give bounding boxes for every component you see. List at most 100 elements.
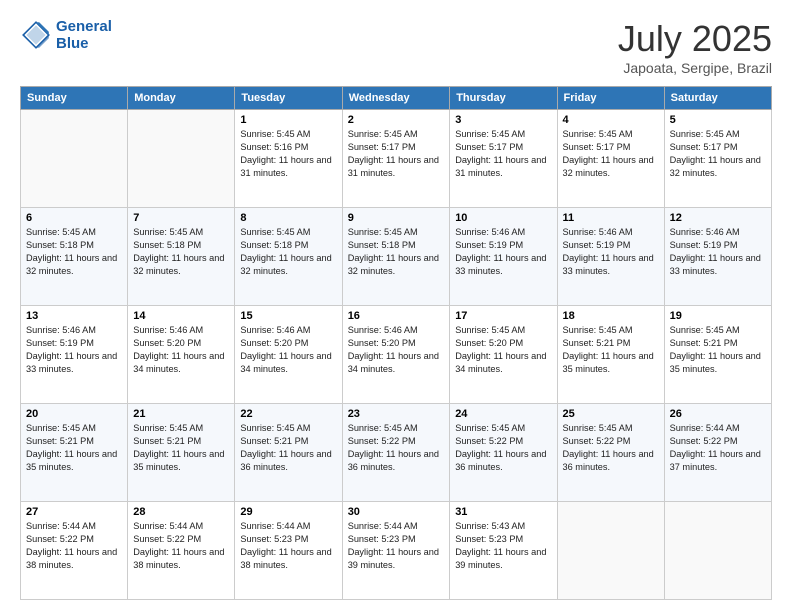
logo: General Blue (20, 18, 112, 53)
weekday-header-wednesday: Wednesday (342, 87, 450, 110)
calendar-cell: 27Sunrise: 5:44 AM Sunset: 5:22 PM Dayli… (21, 502, 128, 600)
day-number: 6 (26, 212, 122, 224)
calendar-cell: 13 Sunrise: 5:46 AM Sunset: 5:19 PM Dayli… (21, 306, 128, 404)
title-block: July 2025 Japoata, Sergipe, Brazil (618, 18, 772, 76)
week-row-4: 20Sunrise: 5:45 AM Sunset: 5:21 PM Dayli… (21, 404, 772, 502)
weekday-header-thursday: Thursday (450, 87, 557, 110)
calendar-cell: 4Sunrise: 5:45 AM Sunset: 5:17 PM Daylig… (557, 110, 664, 208)
day-number: 15 (240, 310, 336, 322)
calendar-cell: 9 Sunrise: 5:45 AM Sunset: 5:18 PM Daylig… (342, 208, 450, 306)
day-number: 14 (133, 310, 229, 322)
calendar-cell: 16 Sunrise: 5:46 AM Sunset: 5:20 PM Dayli… (342, 306, 450, 404)
calendar-cell: 21 Sunrise: 5:45 AM Sunset: 5:21 PM Dayli… (128, 404, 235, 502)
day-number: 5 (670, 114, 766, 126)
day-info: Sunrise: 5:45 AM Sunset: 5:21 PM Dayligh… (26, 422, 122, 474)
day-number: 16 (348, 310, 445, 322)
calendar-cell: 28Sunrise: 5:44 AM Sunset: 5:22 PM Dayli… (128, 502, 235, 600)
calendar-cell: 26 Sunrise: 5:44 AM Sunset: 5:22 PM Dayli… (664, 404, 771, 502)
calendar-cell: 8 Sunrise: 5:45 AM Sunset: 5:18 PM Daylig… (235, 208, 342, 306)
calendar-cell: 5 Sunrise: 5:45 AM Sunset: 5:17 PM Daylig… (664, 110, 771, 208)
day-info: Sunrise: 5:45 AM Sunset: 5:22 PM Dayligh… (563, 422, 659, 474)
day-number: 18 (563, 310, 659, 322)
calendar-cell: 1 Sunrise: 5:45 AM Sunset: 5:16 PM Daylig… (235, 110, 342, 208)
day-info: Sunrise: 5:45 AM Sunset: 5:18 PM Dayligh… (240, 226, 336, 278)
calendar-cell: 25 Sunrise: 5:45 AM Sunset: 5:22 PM Dayli… (557, 404, 664, 502)
day-info: Sunrise: 5:45 AM Sunset: 5:21 PM Dayligh… (133, 422, 229, 474)
day-info: Sunrise: 5:46 AM Sunset: 5:20 PM Dayligh… (240, 324, 336, 376)
week-row-2: 6 Sunrise: 5:45 AM Sunset: 5:18 PM Daylig… (21, 208, 772, 306)
weekday-header-tuesday: Tuesday (235, 87, 342, 110)
week-row-1: 1 Sunrise: 5:45 AM Sunset: 5:16 PM Daylig… (21, 110, 772, 208)
weekday-header-monday: Monday (128, 87, 235, 110)
day-info: Sunrise: 5:45 AM Sunset: 5:22 PM Dayligh… (455, 422, 551, 474)
calendar-cell: 12 Sunrise: 5:46 AM Sunset: 5:19 PM Dayli… (664, 208, 771, 306)
calendar-cell: 3Sunrise: 5:45 AM Sunset: 5:17 PM Daylig… (450, 110, 557, 208)
calendar-cell: 30Sunrise: 5:44 AM Sunset: 5:23 PM Dayli… (342, 502, 450, 600)
calendar-cell (557, 502, 664, 600)
day-info: Sunrise: 5:45 AM Sunset: 5:22 PM Dayligh… (348, 422, 445, 474)
day-info: Sunrise: 5:45 AM Sunset: 5:17 PM Dayligh… (348, 128, 445, 180)
logo-line2: Blue (56, 35, 112, 52)
day-number: 9 (348, 212, 445, 224)
day-info: Sunrise: 5:44 AM Sunset: 5:23 PM Dayligh… (240, 520, 336, 572)
day-number: 10 (455, 212, 551, 224)
day-number: 30 (348, 506, 445, 518)
calendar-cell: 15 Sunrise: 5:46 AM Sunset: 5:20 PM Dayli… (235, 306, 342, 404)
day-info: Sunrise: 5:45 AM Sunset: 5:18 PM Dayligh… (348, 226, 445, 278)
weekday-header-sunday: Sunday (21, 87, 128, 110)
calendar-cell: 24Sunrise: 5:45 AM Sunset: 5:22 PM Dayli… (450, 404, 557, 502)
day-info: Sunrise: 5:46 AM Sunset: 5:19 PM Dayligh… (455, 226, 551, 278)
calendar-cell: 19Sunrise: 5:45 AM Sunset: 5:21 PM Dayli… (664, 306, 771, 404)
calendar-cell: 7 Sunrise: 5:45 AM Sunset: 5:18 PM Daylig… (128, 208, 235, 306)
day-number: 29 (240, 506, 336, 518)
weekday-header-friday: Friday (557, 87, 664, 110)
calendar-cell: 22Sunrise: 5:45 AM Sunset: 5:21 PM Dayli… (235, 404, 342, 502)
calendar-cell (664, 502, 771, 600)
day-number: 1 (240, 114, 336, 126)
logo-line1: General (56, 18, 112, 35)
day-number: 3 (455, 114, 551, 126)
week-row-5: 27Sunrise: 5:44 AM Sunset: 5:22 PM Dayli… (21, 502, 772, 600)
day-info: Sunrise: 5:46 AM Sunset: 5:20 PM Dayligh… (348, 324, 445, 376)
calendar-cell: 31 Sunrise: 5:43 AM Sunset: 5:23 PM Dayli… (450, 502, 557, 600)
day-info: Sunrise: 5:45 AM Sunset: 5:21 PM Dayligh… (240, 422, 336, 474)
day-number: 7 (133, 212, 229, 224)
day-number: 11 (563, 212, 659, 224)
logo-text: General Blue (56, 18, 112, 53)
day-number: 19 (670, 310, 766, 322)
day-info: Sunrise: 5:44 AM Sunset: 5:22 PM Dayligh… (26, 520, 122, 572)
day-number: 26 (670, 408, 766, 420)
header: General Blue July 2025 Japoata, Sergipe,… (20, 18, 772, 76)
calendar-cell: 20Sunrise: 5:45 AM Sunset: 5:21 PM Dayli… (21, 404, 128, 502)
location-title: Japoata, Sergipe, Brazil (618, 60, 772, 76)
day-info: Sunrise: 5:45 AM Sunset: 5:17 PM Dayligh… (670, 128, 766, 180)
calendar-cell (21, 110, 128, 208)
day-number: 13 (26, 310, 122, 322)
day-info: Sunrise: 5:46 AM Sunset: 5:19 PM Dayligh… (26, 324, 122, 376)
day-number: 31 (455, 506, 551, 518)
day-number: 21 (133, 408, 229, 420)
day-number: 8 (240, 212, 336, 224)
day-info: Sunrise: 5:46 AM Sunset: 5:19 PM Dayligh… (563, 226, 659, 278)
day-info: Sunrise: 5:44 AM Sunset: 5:22 PM Dayligh… (670, 422, 766, 474)
calendar-cell: 29 Sunrise: 5:44 AM Sunset: 5:23 PM Dayli… (235, 502, 342, 600)
day-number: 25 (563, 408, 659, 420)
day-info: Sunrise: 5:45 AM Sunset: 5:18 PM Dayligh… (133, 226, 229, 278)
calendar-cell: 11 Sunrise: 5:46 AM Sunset: 5:19 PM Dayli… (557, 208, 664, 306)
day-info: Sunrise: 5:45 AM Sunset: 5:18 PM Dayligh… (26, 226, 122, 278)
page: General Blue July 2025 Japoata, Sergipe,… (0, 0, 792, 612)
day-number: 17 (455, 310, 551, 322)
day-info: Sunrise: 5:45 AM Sunset: 5:21 PM Dayligh… (563, 324, 659, 376)
day-number: 12 (670, 212, 766, 224)
day-info: Sunrise: 5:45 AM Sunset: 5:20 PM Dayligh… (455, 324, 551, 376)
day-info: Sunrise: 5:46 AM Sunset: 5:19 PM Dayligh… (670, 226, 766, 278)
calendar-cell (128, 110, 235, 208)
day-info: Sunrise: 5:43 AM Sunset: 5:23 PM Dayligh… (455, 520, 551, 572)
day-info: Sunrise: 5:45 AM Sunset: 5:16 PM Dayligh… (240, 128, 336, 180)
calendar-cell: 14Sunrise: 5:46 AM Sunset: 5:20 PM Dayli… (128, 306, 235, 404)
calendar-cell: 18 Sunrise: 5:45 AM Sunset: 5:21 PM Dayli… (557, 306, 664, 404)
calendar-cell: 2Sunrise: 5:45 AM Sunset: 5:17 PM Daylig… (342, 110, 450, 208)
calendar-cell: 6 Sunrise: 5:45 AM Sunset: 5:18 PM Daylig… (21, 208, 128, 306)
calendar-cell: 17 Sunrise: 5:45 AM Sunset: 5:20 PM Dayli… (450, 306, 557, 404)
day-info: Sunrise: 5:44 AM Sunset: 5:22 PM Dayligh… (133, 520, 229, 572)
